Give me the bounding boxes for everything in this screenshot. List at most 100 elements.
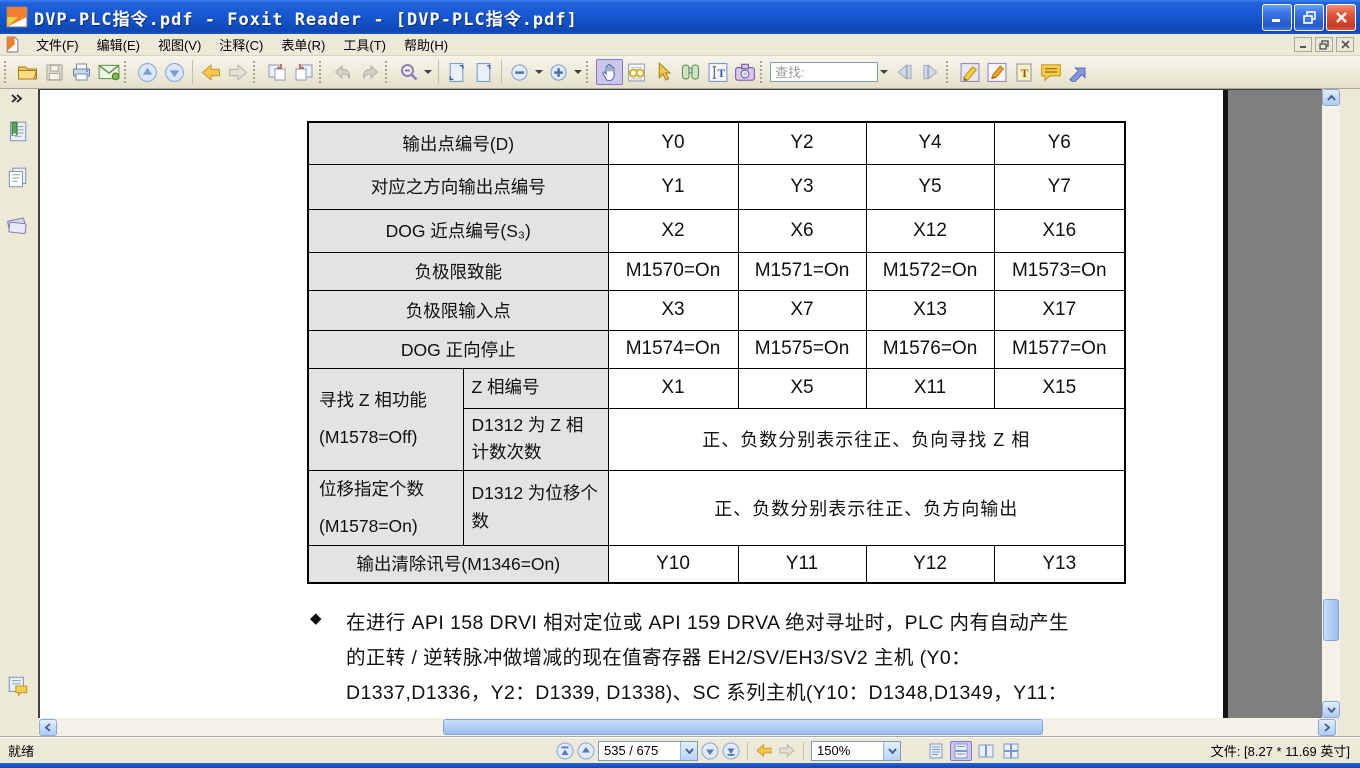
fit-width-button[interactable] <box>470 59 497 85</box>
redo-button[interactable] <box>356 59 383 85</box>
toolbar-drag-handle[interactable] <box>253 61 260 83</box>
doc-restore-button[interactable] <box>1315 37 1333 52</box>
subrow-header: Z 相编号 <box>463 368 608 408</box>
note-paragraph: ◆ 在进行 API 158 DRVI 相对定位或 API 159 DRVA 绝对… <box>310 606 1170 711</box>
restore-button[interactable] <box>1294 4 1324 31</box>
bullet-diamond: ◆ <box>310 606 346 711</box>
first-page-button[interactable] <box>556 742 574 760</box>
hand-tool-button[interactable] <box>596 59 623 85</box>
bookmarks-panel-button[interactable] <box>3 118 31 146</box>
zoom-out-button[interactable] <box>506 59 533 85</box>
page-dropdown-button[interactable] <box>680 742 697 760</box>
row-header: 负极限输入点 <box>308 290 608 330</box>
toolbar-drag-handle[interactable] <box>319 61 326 83</box>
menu-forms[interactable]: 表单(R) <box>272 33 334 56</box>
next-page-status-button[interactable] <box>701 742 719 760</box>
open-button[interactable] <box>14 59 41 85</box>
find-dropdown[interactable] <box>880 70 888 74</box>
comments-panel-button[interactable] <box>4 672 32 700</box>
reflow-tool-button[interactable] <box>623 59 650 85</box>
forward-view-button[interactable] <box>224 59 251 85</box>
doc-close-button[interactable] <box>1336 37 1354 52</box>
scroll-right-button[interactable] <box>1318 719 1336 736</box>
row-header-shift: 位移指定个数 (M1578=On) <box>308 470 463 545</box>
pages-panel-button[interactable] <box>3 164 31 192</box>
zoom-dropdown-button[interactable] <box>883 742 900 760</box>
document-viewport[interactable]: 输出点编号(D) Y0 Y2 Y4 Y6 对应之方向输出点编号 Y1 Y3 Y5… <box>38 89 1322 718</box>
minimize-button[interactable] <box>1262 4 1292 31</box>
highlight-tool-button[interactable] <box>956 59 983 85</box>
vertical-scrollbar[interactable] <box>1322 89 1340 718</box>
page-number-box[interactable]: 535 / 675 <box>598 741 698 761</box>
next-page-button[interactable] <box>161 59 188 85</box>
undo-button[interactable] <box>329 59 356 85</box>
toolbar-drag-handle[interactable] <box>385 61 392 83</box>
scroll-down-button[interactable] <box>1322 701 1340 718</box>
scroll-left-button[interactable] <box>39 719 57 736</box>
snapshot-button[interactable] <box>731 59 758 85</box>
menu-view[interactable]: 视图(V) <box>149 33 210 56</box>
previous-page-status-button[interactable] <box>577 742 595 760</box>
menu-help[interactable]: 帮助(H) <box>395 33 457 56</box>
vertical-scroll-thumb[interactable] <box>1323 599 1339 641</box>
facing-layout-button[interactable] <box>975 741 997 761</box>
next-view-button[interactable] <box>777 743 796 758</box>
menu-edit[interactable]: 编辑(E) <box>88 33 149 56</box>
menu-file[interactable]: 文件(F) <box>27 33 88 56</box>
page-up-icon <box>577 742 595 760</box>
zoom-out-dropdown[interactable] <box>535 70 543 74</box>
doc-minimize-button[interactable] <box>1294 37 1312 52</box>
toolbar-drag-handle[interactable] <box>4 61 11 83</box>
zoom-tool-dropdown[interactable] <box>424 70 432 74</box>
select-annotation-button[interactable] <box>650 59 677 85</box>
previous-view-button[interactable] <box>755 743 774 758</box>
menu-bar: 文件(F) 编辑(E) 视图(V) 注释(C) 表单(R) 工具(T) 帮助(H… <box>0 34 1360 56</box>
find-input[interactable] <box>770 62 878 82</box>
menu-comments[interactable]: 注释(C) <box>210 33 272 56</box>
subrow-header: D1312 为 Z 相计数次数 <box>463 408 608 470</box>
menu-tools[interactable]: 工具(T) <box>334 33 395 56</box>
pencil-tool-button[interactable] <box>983 59 1010 85</box>
shift-label-line2: (M1578=On) <box>319 508 459 545</box>
note-line: 的正转 / 逆转脉冲做增减的现在值寄存器 EH2/SV/EH3/SV2 主机 (… <box>346 641 1170 676</box>
zoom-in-dropdown[interactable] <box>574 70 582 74</box>
find-next-button[interactable] <box>917 59 944 85</box>
continuous-facing-layout-button[interactable] <box>1000 741 1022 761</box>
pdf-page: 输出点编号(D) Y0 Y2 Y4 Y6 对应之方向输出点编号 Y1 Y3 Y5… <box>40 90 1228 718</box>
horizontal-scrollbar[interactable] <box>38 718 1337 737</box>
typewriter-tool-button[interactable]: T <box>1010 59 1037 85</box>
export-comments-button[interactable] <box>290 59 317 85</box>
sidebar-expand-button[interactable] <box>4 91 30 106</box>
import-comments-button[interactable] <box>263 59 290 85</box>
continuous-layout-button[interactable] <box>950 741 972 761</box>
last-page-button[interactable] <box>722 742 740 760</box>
scroll-up-button[interactable] <box>1322 89 1340 106</box>
fit-page-button[interactable] <box>443 59 470 85</box>
first-page-icon <box>556 742 574 760</box>
merged-cell: 正、负数分别表示往正、负向寻找 Z 相 <box>608 408 1125 470</box>
email-button[interactable] <box>95 59 122 85</box>
search-button[interactable] <box>677 59 704 85</box>
page-down-circle-icon <box>164 62 185 83</box>
toolbar-drag-handle[interactable] <box>124 61 131 83</box>
zoom-level-box[interactable]: 150% <box>811 741 901 761</box>
toolbar-drag-handle[interactable] <box>586 61 593 83</box>
previous-page-button[interactable] <box>134 59 161 85</box>
zoom-out-tool-button[interactable] <box>395 59 422 85</box>
back-view-button[interactable] <box>197 59 224 85</box>
print-button[interactable] <box>68 59 95 85</box>
close-button[interactable] <box>1326 4 1356 31</box>
horizontal-scroll-thumb[interactable] <box>443 719 1043 735</box>
toolbar-drag-handle[interactable] <box>760 61 767 83</box>
cell: X17 <box>994 290 1125 330</box>
single-page-layout-button[interactable] <box>925 741 947 761</box>
share-arrow-button[interactable] <box>1064 59 1091 85</box>
zoom-in-button[interactable] <box>545 59 572 85</box>
note-tool-button[interactable] <box>1037 59 1064 85</box>
save-button[interactable] <box>41 59 68 85</box>
select-text-button[interactable]: T <box>704 59 731 85</box>
toolbar-drag-handle[interactable] <box>946 61 953 83</box>
attachments-panel-button[interactable] <box>3 210 31 238</box>
find-previous-button[interactable] <box>890 59 917 85</box>
note-bubble-icon <box>1040 62 1062 82</box>
